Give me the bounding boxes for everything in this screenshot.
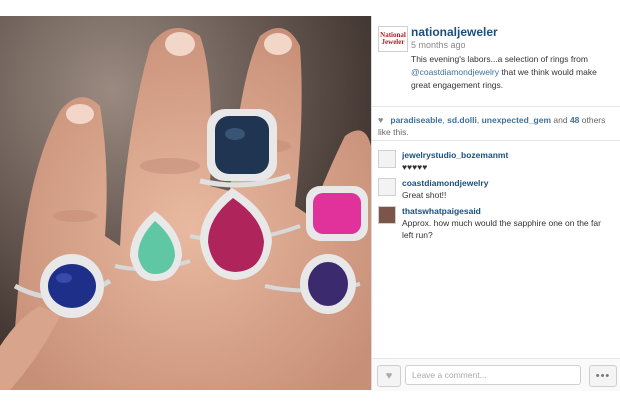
post-header: National Jeweler nationaljeweler 5 month… <box>372 16 620 107</box>
likes-heart-icon: ♥ <box>378 115 384 125</box>
comment-footer: ♥ ••• <box>372 358 620 391</box>
comment-text: Approx. how much would the sapphire one … <box>402 218 601 240</box>
post-username[interactable]: nationaljeweler <box>411 25 498 39</box>
commenter-avatar[interactable] <box>378 178 396 196</box>
comment-username[interactable]: thatswhatpaigesaid <box>402 206 481 216</box>
likes-others-count[interactable]: 48 <box>570 115 579 125</box>
account-avatar[interactable]: National Jeweler <box>378 26 408 52</box>
commenter-avatar[interactable] <box>378 206 396 224</box>
comment-text: ♥♥♥♥♥ <box>402 162 428 172</box>
account-logo: National Jeweler <box>380 31 406 46</box>
post-timestamp[interactable]: 5 months ago <box>411 40 466 50</box>
heart-icon: ♥ <box>385 370 393 382</box>
post-caption: This evening's labors...a selection of r… <box>411 53 616 92</box>
post-photo[interactable] <box>0 16 371 390</box>
like-user-link[interactable]: unexpected_gem <box>482 115 551 125</box>
comment-input[interactable] <box>405 365 581 385</box>
rings-photo <box>0 16 371 390</box>
like-button[interactable]: ♥ <box>377 365 401 387</box>
like-user-link[interactable]: sd.dolli <box>447 115 477 125</box>
caption-text: This evening's labors...a selection of r… <box>411 54 588 64</box>
likes-and: and <box>551 115 570 125</box>
caption-mention-link[interactable]: @coastdiamondjewelry <box>411 67 499 77</box>
comments-panel: National Jeweler nationaljeweler 5 month… <box>371 16 620 391</box>
comment-text: Great shot!! <box>402 190 447 200</box>
likes-summary: ♥ paradiseable, sd.dolli, unexpected_gem… <box>378 114 614 138</box>
more-options-button[interactable]: ••• <box>589 365 617 387</box>
comment-username[interactable]: coastdiamondjewelry <box>402 178 488 188</box>
commenter-avatar[interactable] <box>378 150 396 168</box>
like-user-link[interactable]: paradiseable <box>390 115 442 125</box>
comment-username[interactable]: jewelrystudio_bozemanmt <box>402 150 508 160</box>
divider <box>372 140 620 141</box>
ellipsis-icon: ••• <box>595 370 611 382</box>
